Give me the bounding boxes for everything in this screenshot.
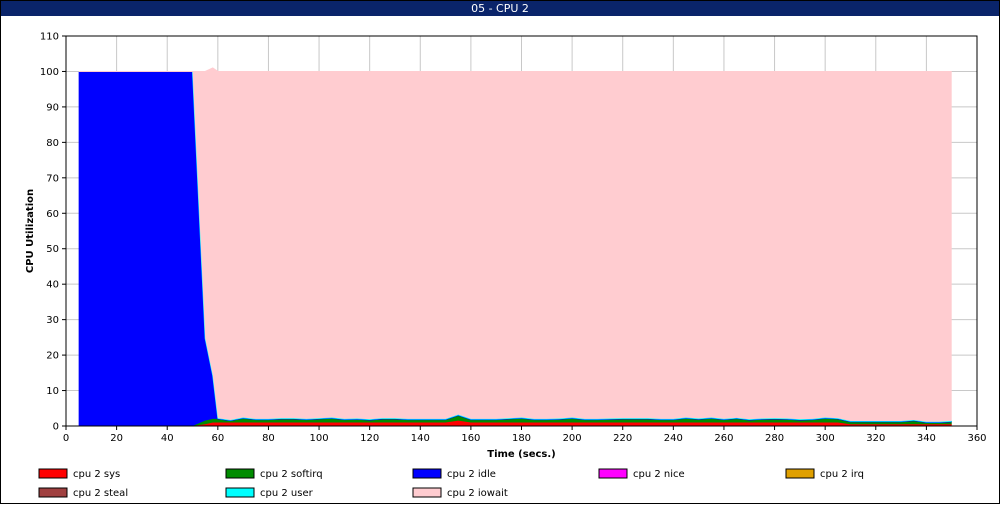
y-tick-label: 70 bbox=[46, 173, 59, 184]
x-tick-label: 160 bbox=[461, 433, 480, 444]
legend-label-cpu-2-iowait: cpu 2 iowait bbox=[447, 488, 508, 499]
x-tick-label: 20 bbox=[110, 433, 123, 444]
x-tick-label: 320 bbox=[866, 433, 885, 444]
x-tick-label: 120 bbox=[360, 433, 379, 444]
legend-swatch-cpu-2-softirq bbox=[225, 468, 255, 479]
x-tick-label: 260 bbox=[714, 433, 733, 444]
legend-label-cpu-2-user: cpu 2 user bbox=[260, 488, 314, 499]
legend-swatch-cpu-2-user bbox=[225, 487, 255, 498]
y-tick-label: 110 bbox=[40, 32, 59, 43]
chart-window: 05 - CPU 2 0 20 40 60 80 100 120 140 160 180 200 22… bbox=[0, 0, 1000, 504]
x-tick-label: 40 bbox=[161, 433, 174, 444]
y-tick-label: 0 bbox=[53, 422, 59, 433]
x-tick-label: 60 bbox=[211, 433, 224, 444]
y-tick-label: 90 bbox=[46, 102, 59, 113]
legend-label-cpu-2-sys: cpu 2 sys bbox=[73, 469, 120, 480]
legend-swatch-cpu-2-iowait bbox=[412, 487, 442, 498]
legend-swatch-cpu-2-sys bbox=[38, 468, 68, 479]
x-tick-label: 140 bbox=[411, 433, 430, 444]
x-tick-label: 240 bbox=[664, 433, 683, 444]
legend-label-cpu-2-irq: cpu 2 irq bbox=[820, 469, 864, 480]
x-tick-label: 340 bbox=[917, 433, 936, 444]
legend: cpu 2 sys cpu 2 softirq cpu 2 idle cpu 2 ni… bbox=[38, 468, 864, 499]
x-tick-label: 220 bbox=[613, 433, 632, 444]
legend-label-cpu-2-idle: cpu 2 idle bbox=[447, 469, 496, 480]
x-tick-label: 80 bbox=[262, 433, 275, 444]
x-tick-label: 200 bbox=[563, 433, 582, 444]
y-tick-label: 40 bbox=[46, 280, 59, 291]
y-axis-title: CPU Utilization bbox=[25, 189, 36, 273]
legend-swatch-cpu-2-idle bbox=[412, 468, 442, 479]
y-tick-label: 20 bbox=[46, 351, 59, 362]
x-tick-label: 0 bbox=[63, 433, 69, 444]
x-tick-label: 280 bbox=[765, 433, 784, 444]
x-tick-label: 300 bbox=[816, 433, 835, 444]
y-tick-label: 30 bbox=[46, 315, 59, 326]
y-tick-label: 10 bbox=[46, 386, 59, 397]
y-tick-label: 80 bbox=[46, 138, 59, 149]
x-axis-title: Time (secs.) bbox=[487, 449, 556, 460]
x-tick-label: 360 bbox=[967, 433, 986, 444]
legend-swatch-cpu-2-nice bbox=[598, 468, 628, 479]
y-tick-label: 60 bbox=[46, 209, 59, 220]
x-tick-label: 100 bbox=[310, 433, 329, 444]
cpu-utilization-chart: 0 20 40 60 80 100 120 140 160 180 200 220 240 260 280 3… bbox=[25, 32, 987, 500]
legend-label-cpu-2-nice: cpu 2 nice bbox=[633, 469, 685, 480]
legend-label-cpu-2-steal: cpu 2 steal bbox=[73, 488, 128, 499]
legend-swatch-cpu-2-irq bbox=[785, 468, 815, 479]
y-tick-label: 100 bbox=[40, 67, 59, 78]
legend-label-cpu-2-softirq: cpu 2 softirq bbox=[260, 469, 323, 480]
y-tick-label: 50 bbox=[46, 244, 59, 255]
legend-swatch-cpu-2-steal bbox=[38, 487, 68, 498]
x-tick-label: 180 bbox=[512, 433, 531, 444]
